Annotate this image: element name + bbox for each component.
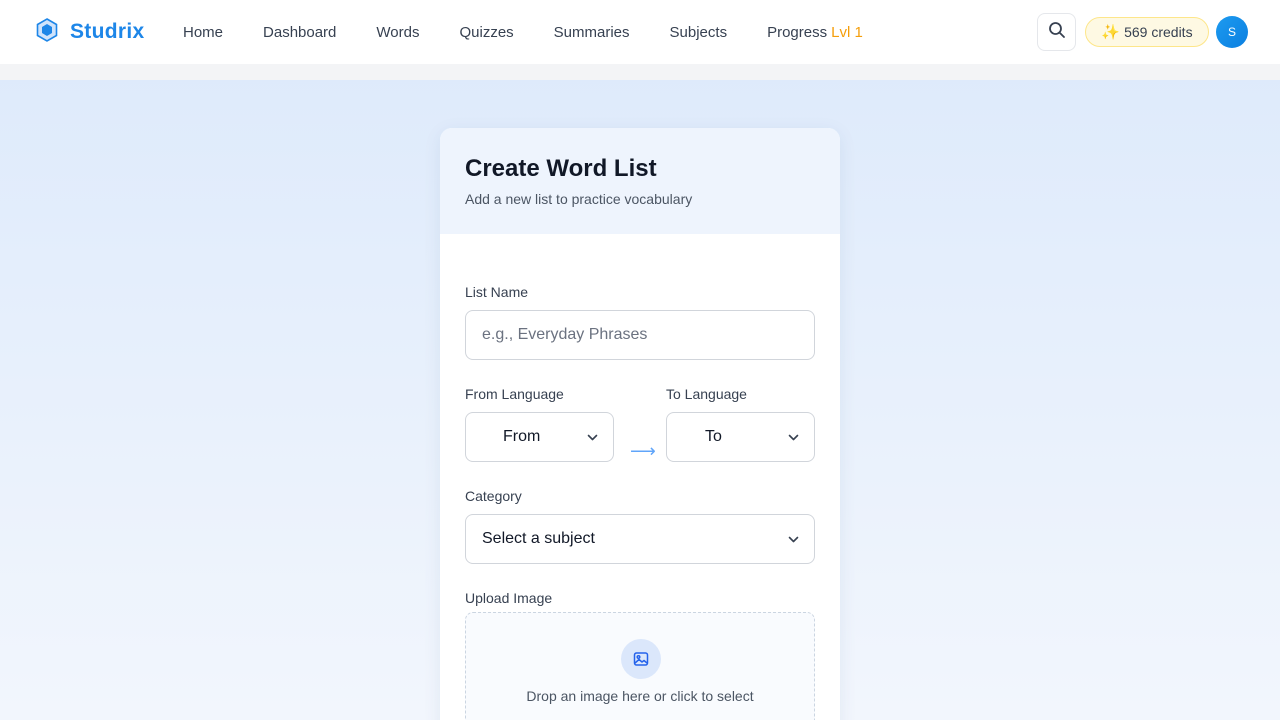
- nav-item-summaries[interactable]: Summaries: [554, 24, 630, 41]
- card-title: Create Word List: [465, 155, 657, 182]
- nav-item-dashboard[interactable]: Dashboard: [263, 24, 336, 41]
- dropzone-hint: Drop an image here or click to select: [526, 688, 754, 704]
- card-header: Create Word List Add a new list to pract…: [440, 128, 840, 234]
- logo-icon: [36, 17, 58, 47]
- image-icon: [621, 639, 661, 679]
- list-name-input[interactable]: [466, 311, 814, 359]
- nav-item-words[interactable]: Words: [376, 24, 419, 41]
- chevron-down-icon: [787, 533, 800, 551]
- chevron-down-icon: [787, 431, 800, 449]
- search-icon: [1048, 21, 1066, 44]
- logo[interactable]: Studrix: [36, 17, 145, 47]
- nav-item-progress[interactable]: Progress Lvl 1: [767, 24, 863, 41]
- from-language-value: From: [503, 428, 541, 445]
- sparkles-icon: ✨: [1101, 24, 1121, 41]
- upload-image-label: Upload Image: [465, 590, 553, 606]
- category-value: Select a subject: [482, 530, 595, 547]
- credits-label: 569 credits: [1124, 24, 1193, 40]
- image-dropzone[interactable]: Drop an image here or click to select: [465, 612, 815, 720]
- nav-item-subjects[interactable]: Subjects: [670, 24, 728, 41]
- logo-text: Studrix: [70, 20, 145, 43]
- create-word-list-card: Create Word List Add a new list to pract…: [440, 128, 840, 720]
- to-language-label: To Language: [666, 386, 747, 402]
- nav-progress-label: Progress: [767, 23, 828, 41]
- to-language-value: To: [705, 428, 722, 445]
- top-navigation-bar: Studrix Home Dashboard Words Quizzes Sum…: [0, 0, 1280, 64]
- main-nav: Home Dashboard Words Quizzes Summaries S…: [183, 0, 863, 64]
- credits-badge[interactable]: ✨ 569 credits: [1085, 17, 1209, 47]
- arrow-right-icon: ⟶: [630, 441, 656, 461]
- header-divider: [0, 64, 1280, 80]
- from-language-select[interactable]: From: [465, 412, 614, 462]
- level-badge: Lvl 1: [831, 23, 863, 41]
- list-name-field: [465, 310, 815, 360]
- chevron-down-icon: [586, 431, 599, 449]
- search-button[interactable]: [1037, 13, 1076, 51]
- nav-item-home[interactable]: Home: [183, 24, 223, 41]
- avatar[interactable]: S: [1216, 16, 1248, 48]
- from-language-label: From Language: [465, 386, 564, 402]
- list-name-label: List Name: [465, 284, 529, 300]
- card-subtitle: Add a new list to practice vocabulary: [465, 191, 693, 207]
- category-label: Category: [465, 488, 522, 504]
- nav-item-quizzes[interactable]: Quizzes: [459, 24, 513, 41]
- category-select[interactable]: Select a subject: [465, 514, 815, 564]
- to-language-select[interactable]: To: [666, 412, 815, 462]
